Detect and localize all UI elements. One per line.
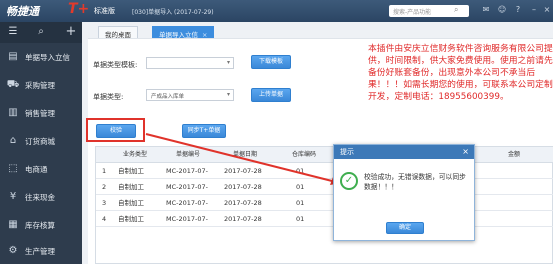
sidebar-item-label: 销售管理 [25,109,55,118]
cell-warehouse: 01 [296,183,305,191]
user-icon[interactable]: ☺ [496,4,508,16]
sidebar-item-label: 生产管理 [25,247,55,256]
sidebar-item-ecommerce[interactable]: ⬚ 电商通 [0,155,82,183]
sidebar-item-label: 电商通 [25,165,48,174]
tab-import[interactable]: 单据导入立信 × [152,26,215,39]
help-icon[interactable]: ? [512,4,524,16]
sidebar-toolbar: ☰ ⌕ + [0,22,82,43]
document-icon: ▤ [8,51,18,62]
chart-icon: ▥ [8,107,18,118]
edition-label: 标准版 [94,7,115,15]
hamburger-icon[interactable]: ☰ [6,25,20,39]
cell-type: 自制加工 [118,167,144,175]
column-header[interactable]: 业务类型 [114,147,156,163]
brand-logo: 畅捷通 [6,5,39,18]
cell-code: MC-2017-07- [166,215,208,223]
upload-button[interactable]: 上传单据 [251,88,291,102]
template-select[interactable]: ▾ [146,57,234,69]
sidebar-item-production[interactable]: ⚙ 生产管理 [0,237,82,264]
factory-icon: ⚙ [8,245,18,256]
plugin-notice: 本插件由安庆立信财务软件咨询服务有限公司提供，时间限制，供大家免费使用。使用之前… [368,44,553,102]
row-number: 3 [102,199,107,207]
annotation-highlight-box [86,118,145,142]
column-header[interactable]: 仓库编码 [284,147,324,163]
dialog-message: 校验成功，无错误数据，可以同步数据！！！ [364,173,466,191]
cell-type: 自制加工 [118,199,144,207]
sidebar-item-store[interactable]: ⌂ 订货商城 [0,127,82,155]
alert-dialog: 提示 × ✓ 校验成功，无错误数据，可以同步数据！！！ 确定 [333,144,475,241]
cart-icon: ⛟ [6,79,20,90]
table-row[interactable]: 4 自制加工 MC-2017-07- 2017-07-28 01 [96,211,553,227]
cell-type: 自制加工 [118,215,144,223]
table-row[interactable]: 2 自制加工 MC-2017-07- 2017-07-28 01 [96,179,553,195]
table-row[interactable]: 1 自制加工 MC-2017-07- 2017-07-28 01 [96,163,553,179]
sidebar-item-sales[interactable]: ▥ 销售管理 [0,99,82,127]
sync-button[interactable]: 同步T+单据 [182,124,226,138]
sidebar-item-purchase[interactable]: ⛟ 采购管理 [0,71,82,99]
cell-date: 2017-07-28 [224,167,262,175]
column-header[interactable]: 单据编号 [162,147,214,163]
ecommerce-icon: ⬚ [8,163,18,174]
cell-date: 2017-07-28 [224,199,262,207]
data-table: 业务类型 单据编号 单据日期 仓库编码 金额 1 自制加工 MC-2017-07… [95,146,553,264]
check-icon: ✓ [340,172,358,190]
type-label: 单据类型: [93,93,124,101]
account-info: [030]单据导入 (2017-07-29) [132,9,214,16]
cell-warehouse: 01 [296,215,305,223]
confirm-button[interactable]: 确定 [386,222,424,234]
sidebar-item-label: 库存核算 [25,221,55,230]
cell-date: 2017-07-28 [224,183,262,191]
warehouse-icon: ▦ [8,219,18,230]
cell-warehouse: 01 [296,167,305,175]
cell-code: MC-2017-07- [166,183,208,191]
row-number: 4 [102,215,107,223]
column-header[interactable]: 金额 [494,147,534,163]
sidebar-item-import[interactable]: ▤ 单据导入立信 [0,43,82,71]
row-number: 2 [102,183,107,191]
cell-date: 2017-07-28 [224,215,262,223]
sidebar-item-cash[interactable]: ¥ 往来现金 [0,183,82,211]
type-select-value: 产成品入库单 [151,94,185,100]
brand-mark: T+ [68,1,90,17]
row-number: 1 [102,167,107,175]
tab-bar: 我的桌面 单据导入立信 × [90,24,553,39]
template-label: 单据类型模板: [93,61,138,69]
search-icon[interactable]: ⌕ [454,5,458,15]
download-template-button[interactable]: 下载模板 [251,55,291,69]
tab-desktop[interactable]: 我的桌面 [98,26,138,39]
message-icon[interactable]: ✉ [480,4,492,16]
top-bar: 畅捷通 T+ 标准版 [030]单据导入 (2017-07-29) 搜索-产品功… [0,0,553,22]
close-icon[interactable]: × [462,145,469,159]
plus-icon[interactable]: + [64,25,78,39]
close-window-icon[interactable]: × [541,4,553,16]
store-icon: ⌂ [9,135,17,146]
app-window: 畅捷通 T+ 标准版 [030]单据导入 (2017-07-29) 搜索-产品功… [0,0,553,264]
chevron-down-icon: ▾ [226,91,230,98]
cash-icon: ¥ [9,191,17,202]
dialog-title: 提示 [340,148,354,156]
type-select[interactable]: 产成品入库单 ▾ [146,89,234,101]
sidebar-item-label: 往来现金 [25,193,55,202]
minimize-icon[interactable]: – [528,4,540,16]
column-header[interactable]: 单据日期 [218,147,272,163]
chevron-down-icon: ▾ [226,59,230,66]
dialog-header: 提示 × [334,145,474,159]
sidebar-item-label: 订货商城 [25,137,55,146]
search-icon[interactable]: ⌕ [34,25,48,39]
cell-code: MC-2017-07- [166,199,208,207]
cell-code: MC-2017-07- [166,167,208,175]
cell-type: 自制加工 [118,183,144,191]
sidebar-item-label: 采购管理 [25,81,55,90]
cell-warehouse: 01 [296,199,305,207]
sidebar-item-inventory[interactable]: ▦ 库存核算 [0,211,82,239]
sidebar: ☰ ⌕ + ▤ 单据导入立信 ⛟ 采购管理 ▥ 销售管理 ⌂ 订货商城 ⬚ 电商… [0,22,82,264]
table-row[interactable]: 3 自制加工 MC-2017-07- 2017-07-28 01 [96,195,553,211]
sidebar-item-label: 单据导入立信 [25,53,70,62]
